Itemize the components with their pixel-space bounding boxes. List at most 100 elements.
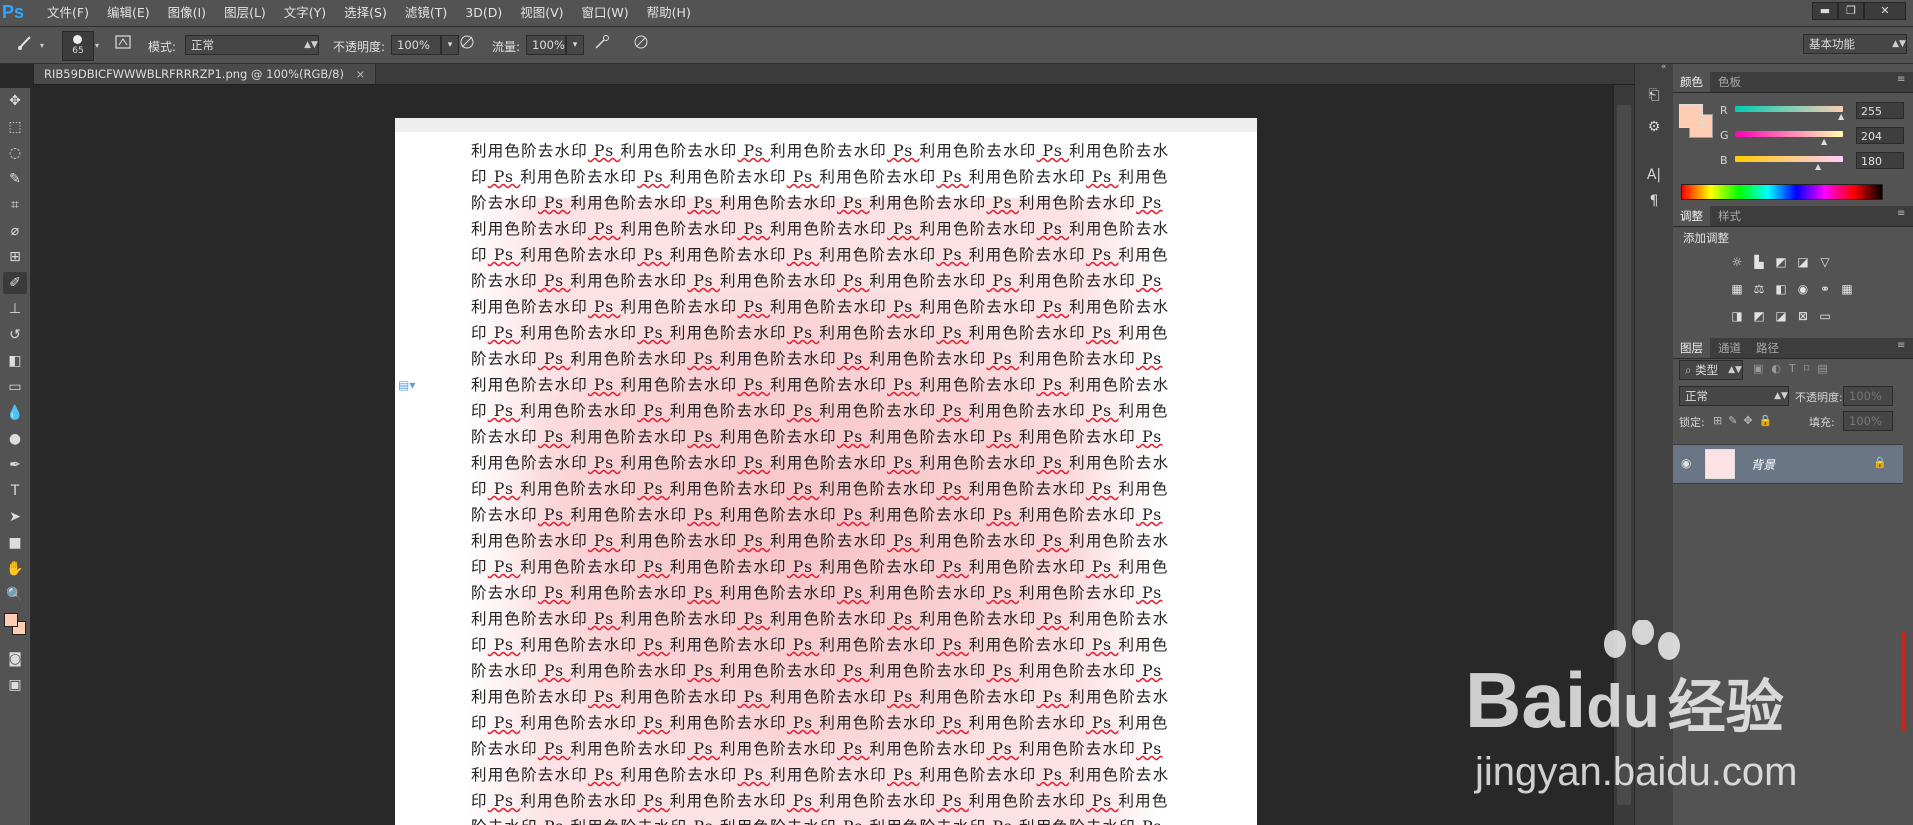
g-value-input[interactable]: 204 — [1856, 127, 1904, 144]
fill-input[interactable]: 100% — [1843, 411, 1893, 431]
menu-filter[interactable]: 滤镜(T) — [396, 0, 456, 26]
menu-edit[interactable]: 编辑(E) — [98, 0, 159, 26]
menu-select[interactable]: 选择(S) — [335, 0, 396, 26]
mode-select[interactable]: ▲▼ 正常 — [185, 35, 319, 55]
menu-file[interactable]: 文件(F) — [38, 0, 98, 26]
r-value-input[interactable]: 255 — [1856, 102, 1904, 119]
quick-select-tool-icon[interactable]: ✎ — [3, 168, 27, 190]
brush-size-picker[interactable]: 65 — [62, 31, 94, 61]
brush-chevron-down-icon[interactable]: ▾ — [95, 41, 99, 50]
hand-tool-icon[interactable]: ✋ — [3, 558, 27, 580]
gradient-tool-icon[interactable]: ▭ — [3, 376, 27, 398]
eyedropper-tool-icon[interactable]: ⌀ — [3, 220, 27, 242]
layer-name[interactable]: 背景 — [1751, 456, 1775, 473]
curves-icon[interactable]: ◩ — [1772, 253, 1790, 271]
path-selection-tool-icon[interactable]: ➤ — [3, 506, 27, 528]
adjust-panel-menu-icon[interactable]: ≡ — [1897, 208, 1905, 219]
color-balance-icon[interactable]: ⚖ — [1750, 280, 1768, 298]
brush-tool-icon[interactable]: ✐ — [3, 272, 27, 294]
color-fg-swatch[interactable] — [1679, 104, 1703, 128]
exposure-icon[interactable]: ◪ — [1794, 253, 1812, 271]
document-canvas[interactable]: 利用色阶去水印 Ps 利用色阶去水印 Ps 利用色阶去水印 Ps 利用色阶去水印… — [395, 118, 1257, 825]
b-slider-handle-icon[interactable]: ▲ — [1815, 162, 1821, 171]
preset-chevron-down-icon[interactable]: ▾ — [40, 41, 44, 50]
marquee-tool-icon[interactable]: ⬚ — [3, 116, 27, 138]
channel-mixer-icon[interactable]: ⚭ — [1816, 280, 1834, 298]
history-panel-icon[interactable]: ⎗ — [1643, 84, 1665, 106]
workspace-select[interactable]: ▲▼ 基本功能 — [1803, 34, 1907, 54]
panel-menu-icon[interactable]: ≡ — [1897, 74, 1905, 85]
photo-filter-icon[interactable]: ◉ — [1794, 280, 1812, 298]
brush-tool-preset-icon[interactable] — [14, 34, 36, 56]
tab-swatches[interactable]: 色板 — [1711, 72, 1748, 92]
color-spectrum-ramp[interactable] — [1681, 184, 1883, 200]
visibility-eye-icon[interactable]: ◉ — [1681, 456, 1691, 470]
tab-layers[interactable]: 图层 — [1673, 338, 1710, 358]
lock-icons[interactable]: ⊞✎✥🔒 — [1713, 414, 1778, 427]
color-lookup-icon[interactable]: ▦ — [1838, 280, 1856, 298]
screen-mode-icon[interactable]: ▣ — [3, 674, 27, 696]
close-window-button[interactable]: ✕ — [1864, 2, 1906, 20]
character-panel-icon[interactable]: A| — [1643, 164, 1665, 186]
levels-icon[interactable]: ▙ — [1750, 253, 1768, 271]
tab-styles[interactable]: 样式 — [1711, 206, 1748, 226]
menu-view[interactable]: 视图(V) — [511, 0, 572, 26]
r-slider[interactable] — [1735, 106, 1843, 112]
lasso-tool-icon[interactable]: ◌ — [3, 142, 27, 164]
brush-panel-icon[interactable] — [112, 34, 134, 56]
close-tab-icon[interactable]: × — [356, 67, 366, 81]
opacity-input[interactable]: 100% — [391, 35, 441, 55]
threshold-icon[interactable]: ◪ — [1772, 307, 1790, 325]
menu-layer[interactable]: 图层(L) — [215, 0, 275, 26]
menu-image[interactable]: 图像(I) — [159, 0, 215, 26]
history-brush-tool-icon[interactable]: ↺ — [3, 324, 27, 346]
pen-tool-icon[interactable]: ✒ — [3, 454, 27, 476]
r-slider-handle-icon[interactable]: ▲ — [1838, 112, 1844, 121]
hue-saturation-icon[interactable]: ▦ — [1728, 280, 1746, 298]
flow-input[interactable]: 100% — [526, 35, 566, 55]
move-tool-icon[interactable]: ✥ — [3, 90, 27, 112]
tab-paths[interactable]: 路径 — [1749, 338, 1786, 358]
quick-mask-icon[interactable]: ◙ — [3, 648, 27, 670]
menu-type[interactable]: 文字(Y) — [275, 0, 335, 26]
minimize-button[interactable]: ▬ — [1812, 2, 1838, 20]
eraser-tool-icon[interactable]: ◧ — [3, 350, 27, 372]
pressure-size-icon[interactable] — [630, 34, 652, 56]
b-value-input[interactable]: 180 — [1856, 152, 1904, 169]
menu-help[interactable]: 帮助(H) — [638, 0, 700, 26]
layers-panel-menu-icon[interactable]: ≡ — [1897, 340, 1905, 351]
tab-adjustments[interactable]: 调整 — [1673, 206, 1710, 226]
airbrush-icon[interactable] — [591, 34, 613, 56]
zoom-tool-icon[interactable]: 🔍 — [3, 584, 27, 606]
properties-panel-icon[interactable]: ⚙ — [1643, 116, 1665, 138]
layer-filter-select[interactable]: ▲▼ ⌕ 类型 — [1679, 360, 1743, 380]
dodge-tool-icon[interactable]: ● — [3, 428, 27, 450]
layer-row-background[interactable]: ◉ 背景 🔒 — [1673, 444, 1903, 484]
collapse-arrows-icon[interactable]: « — [1661, 62, 1667, 72]
document-tab[interactable]: RIB59DBICFWWWBLRFRRRZP1.png @ 100%(RGB/8… — [34, 64, 377, 84]
blur-tool-icon[interactable]: 💧 — [3, 402, 27, 424]
flow-chevron-down-icon[interactable]: ▾ — [566, 35, 584, 55]
gradient-map-icon[interactable]: ▭ — [1816, 307, 1834, 325]
healing-brush-tool-icon[interactable]: ⊞ — [3, 246, 27, 268]
pressure-opacity-icon[interactable] — [456, 34, 478, 56]
g-slider-handle-icon[interactable]: ▲ — [1821, 137, 1827, 146]
vibrance-icon[interactable]: ▽ — [1816, 253, 1834, 271]
rectangle-tool-icon[interactable]: ■ — [3, 532, 27, 554]
invert-icon[interactable]: ◨ — [1728, 307, 1746, 325]
layer-opacity-input[interactable]: 100% — [1843, 386, 1893, 406]
menu-3d[interactable]: 3D(D) — [456, 0, 511, 26]
crop-tool-icon[interactable]: ⌗ — [3, 194, 27, 216]
restore-button[interactable]: ❐ — [1838, 2, 1864, 20]
menu-window[interactable]: 窗口(W) — [573, 0, 638, 26]
b-slider[interactable] — [1735, 156, 1843, 162]
tab-color[interactable]: 颜色 — [1673, 72, 1710, 92]
foreground-color-swatch[interactable] — [4, 613, 18, 627]
brightness-icon[interactable]: ☼ — [1728, 253, 1746, 271]
black-white-icon[interactable]: ◧ — [1772, 280, 1790, 298]
layer-filter-icons[interactable]: ▣◐T⌑▤ — [1753, 362, 1836, 375]
selective-color-icon[interactable]: ⊠ — [1794, 307, 1812, 325]
type-tool-icon[interactable]: T — [3, 480, 27, 502]
clone-stamp-tool-icon[interactable]: ⊥ — [3, 298, 27, 320]
posterize-icon[interactable]: ◩ — [1750, 307, 1768, 325]
